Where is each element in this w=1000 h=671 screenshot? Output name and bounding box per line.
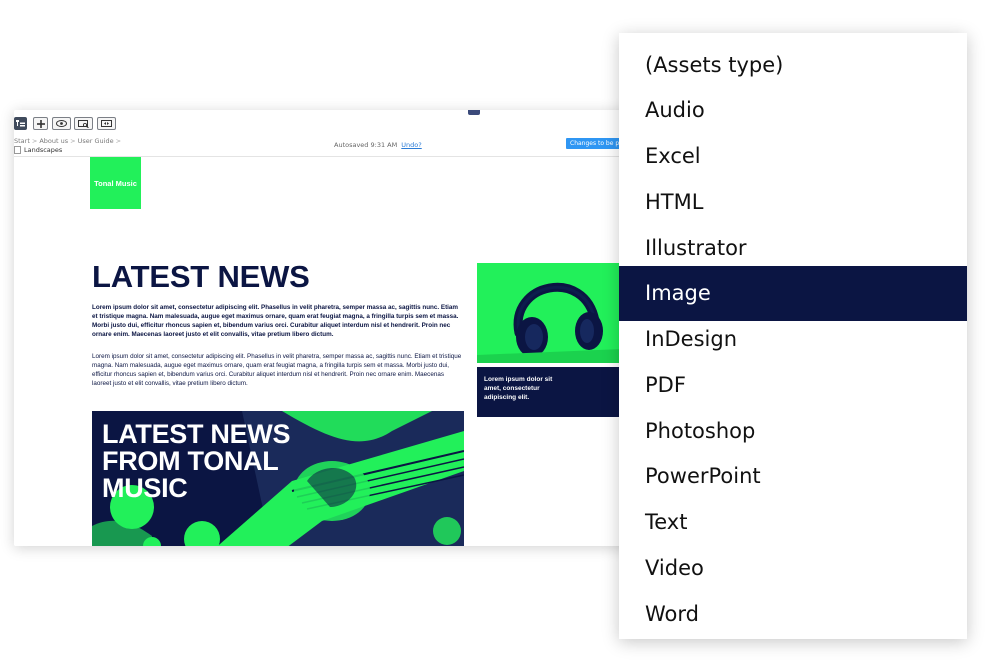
current-page-label: Landscapes (24, 146, 63, 154)
autosave-status: Autosaved 9:31 AM Undo? (334, 141, 422, 149)
dropdown-option-pdf[interactable]: PDF (619, 371, 967, 399)
intro-paragraph[interactable]: Lorem ipsum dolor sit amet, consectetur … (92, 303, 464, 339)
undo-link[interactable]: Undo? (401, 141, 421, 149)
dropdown-option-audio[interactable]: Audio (619, 96, 967, 124)
preview-icon (78, 119, 89, 128)
site-logo[interactable]: Tonal Music (90, 157, 141, 209)
hero-title: LATEST NEWS FROM TONAL MUSIC (102, 419, 291, 503)
dropdown-option-photoshop[interactable]: Photoshop (619, 417, 967, 445)
image-caption: Lorem ipsum dolor sit amet, consectetur … (484, 376, 553, 401)
dropdown-option-indesign[interactable]: InDesign (619, 325, 967, 353)
page-icon (14, 146, 21, 154)
dropdown-option-placeholder[interactable]: (Assets type) (619, 51, 967, 79)
page-headline[interactable]: LATEST NEWS (92, 259, 310, 295)
autosave-text: Autosaved 9:31 AM (334, 141, 398, 149)
breadcrumb-item[interactable]: About us (39, 137, 68, 145)
plus-icon (36, 119, 45, 128)
body-paragraph[interactable]: Lorem ipsum dolor sit amet, consectetur … (92, 352, 464, 388)
tree-view-button[interactable] (14, 117, 27, 130)
resize-button[interactable] (97, 117, 116, 130)
eye-icon (56, 120, 67, 127)
editor-toolbar: Start > About us > User Guide > Landscapes Au… (14, 110, 654, 157)
caption-box[interactable]: Lorem ipsum dolor sit amet, consectetur … (477, 367, 622, 417)
tree-icon (16, 120, 25, 127)
add-page-button[interactable] (33, 117, 48, 130)
hero-title-line: FROM TONAL (102, 446, 279, 476)
dropdown-option-illustrator[interactable]: Illustrator (619, 234, 967, 262)
current-page[interactable]: Landscapes (14, 146, 62, 154)
preview-button[interactable] (74, 117, 93, 130)
asset-type-dropdown[interactable]: (Assets type) Audio Excel HTML Illustrat… (619, 33, 967, 639)
dropdown-option-text[interactable]: Text (619, 508, 967, 536)
breadcrumb-item[interactable]: Start (14, 137, 30, 145)
headphones-icon (477, 263, 622, 363)
breadcrumb: Start > About us > User Guide > (14, 137, 122, 145)
breadcrumb-item[interactable]: User Guide (78, 137, 114, 145)
hero-banner[interactable]: LATEST NEWS FROM TONAL MUSIC (92, 411, 464, 546)
hero-title-line: MUSIC (102, 473, 188, 503)
page-canvas: Tonal Music LATEST NEWS Lorem ipsum dolo… (14, 157, 654, 546)
dropdown-option-image[interactable]: Image (619, 266, 967, 321)
panel-handle[interactable] (468, 110, 480, 115)
headphones-image[interactable] (477, 263, 622, 363)
view-button[interactable] (52, 117, 71, 130)
dropdown-option-word[interactable]: Word (619, 600, 967, 628)
hero-title-line: LATEST NEWS (102, 419, 291, 449)
dropdown-option-video[interactable]: Video (619, 554, 967, 582)
dropdown-option-powerpoint[interactable]: PowerPoint (619, 462, 967, 490)
resize-icon (101, 120, 112, 127)
dropdown-option-html[interactable]: HTML (619, 188, 967, 216)
logo-text: Tonal Music (94, 178, 137, 188)
dropdown-option-excel[interactable]: Excel (619, 142, 967, 170)
page-editor-window: Start > About us > User Guide > Landscapes Au… (14, 110, 654, 546)
